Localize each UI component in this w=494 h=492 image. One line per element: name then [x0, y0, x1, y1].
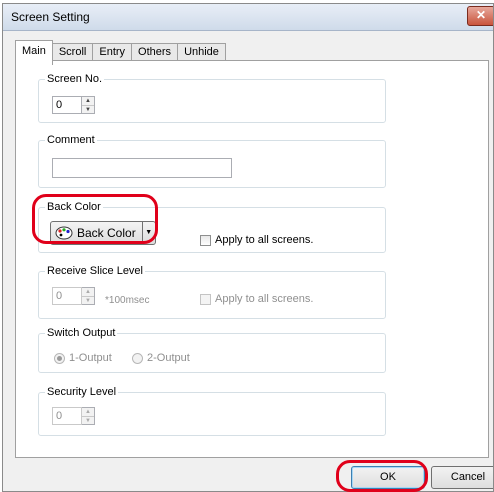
receive-slice-spinner[interactable]: 0 ▲ ▼ — [52, 287, 95, 305]
main-tab-panel: Screen No. 0 ▲ ▼ Comment Back Color Back… — [15, 60, 489, 458]
screen-no-value[interactable]: 0 — [52, 96, 82, 114]
radio-selected-icon[interactable] — [54, 352, 65, 364]
receive-slice-apply-all[interactable]: Apply to all screens. — [200, 293, 313, 305]
radio-2-output-label: 2-Output — [147, 352, 190, 364]
window-title: Screen Setting — [11, 10, 90, 24]
receive-slice-unit: *100msec — [105, 295, 150, 306]
tab-strip: Main Scroll Entry Others Unhide — [15, 40, 226, 65]
screen-no-arrows[interactable]: ▲ ▼ — [82, 96, 95, 114]
radio-2-output[interactable]: 2-Output — [132, 352, 190, 364]
radio-1-output-label: 1-Output — [69, 352, 112, 364]
receive-slice-value[interactable]: 0 — [52, 287, 82, 305]
comment-legend: Comment — [47, 134, 95, 146]
screen-no-legend: Screen No. — [47, 73, 103, 85]
ok-highlight — [336, 460, 428, 492]
back-color-apply-all-label: Apply to all screens. — [215, 234, 314, 246]
receive-slice-arrows[interactable]: ▲ ▼ — [82, 287, 95, 305]
security-level-arrows[interactable]: ▲ ▼ — [82, 407, 95, 425]
spin-up-icon[interactable]: ▲ — [82, 408, 94, 417]
tab-main[interactable]: Main — [15, 40, 53, 65]
close-button[interactable]: ✕ — [467, 6, 493, 26]
title-bar: Screen Setting ✕ — [3, 4, 493, 31]
receive-slice-apply-all-label: Apply to all screens. — [215, 293, 314, 305]
checkbox-icon[interactable] — [200, 293, 211, 305]
comment-input[interactable] — [52, 158, 232, 178]
spin-down-icon[interactable]: ▼ — [82, 417, 94, 425]
cancel-button[interactable]: Cancel — [431, 466, 493, 489]
radio-1-output[interactable]: 1-Output — [54, 352, 112, 364]
switch-output-group: Switch Output — [38, 327, 386, 373]
security-level-spinner[interactable]: 0 ▲ ▼ — [52, 407, 95, 425]
spin-up-icon[interactable]: ▲ — [82, 288, 94, 297]
screen-no-spinner[interactable]: 0 ▲ ▼ — [52, 96, 95, 114]
security-level-value[interactable]: 0 — [52, 407, 82, 425]
receive-slice-legend: Receive Slice Level — [47, 265, 143, 277]
back-color-apply-all[interactable]: Apply to all screens. — [200, 234, 313, 246]
spin-up-icon[interactable]: ▲ — [82, 97, 94, 106]
radio-unselected-icon[interactable] — [132, 352, 143, 364]
security-level-legend: Security Level — [47, 386, 117, 398]
back-color-highlight — [32, 194, 158, 244]
screen-setting-dialog: Screen Setting ✕ Main Scroll Entry Other… — [2, 3, 494, 492]
spin-down-icon[interactable]: ▼ — [82, 106, 94, 114]
spin-down-icon[interactable]: ▼ — [82, 297, 94, 305]
switch-output-legend: Switch Output — [47, 327, 116, 339]
checkbox-icon[interactable] — [200, 234, 211, 246]
